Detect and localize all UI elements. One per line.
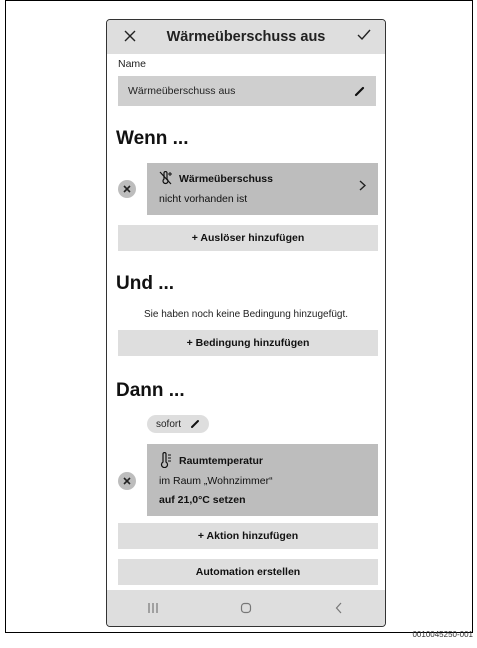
top-bar: Wärmeüberschuss aus (107, 20, 385, 54)
figure-frame: Wärmeüberschuss aus Name Wärmeüberschuss… (5, 0, 473, 633)
thermometer-icon (159, 451, 173, 469)
timing-chip[interactable]: sofort (147, 415, 210, 433)
trigger-heading: Wenn ... (116, 128, 189, 149)
action-title: Raumtemperatur (179, 455, 264, 467)
figure-id: 0010045250-001 (412, 630, 473, 639)
close-icon[interactable] (121, 27, 139, 45)
phone-screen: Wärmeüberschuss aus Name Wärmeüberschuss… (106, 19, 386, 627)
create-automation-button[interactable]: Automation erstellen (118, 559, 378, 585)
page-title: Wärmeüberschuss aus (166, 29, 326, 45)
home-icon[interactable] (226, 598, 266, 618)
empty-conditions-text: Sie haben noch keine Bedingung hinzugefü… (143, 309, 349, 320)
action-room: im Raum „Wohnzimmer“ (159, 475, 273, 487)
name-value: Wärmeüberschuss aus (128, 85, 236, 97)
name-field[interactable]: Wärmeüberschuss aus (118, 76, 376, 106)
system-nav-bar (107, 590, 385, 626)
add-condition-button[interactable]: + Bedingung hinzufügen (118, 330, 378, 356)
back-icon[interactable] (319, 598, 359, 618)
condition-heading: Und ... (116, 273, 175, 294)
timing-chip-label: sofort (156, 418, 182, 430)
checkmark-icon[interactable] (355, 26, 373, 44)
action-setting: auf 21,0°C setzen (159, 494, 246, 506)
action-card[interactable]: Raumtemperatur im Raum „Wohnzimmer“ auf … (147, 444, 378, 516)
add-action-button[interactable]: + Aktion hinzufügen (118, 523, 378, 549)
chevron-right-icon[interactable] (359, 179, 367, 194)
trigger-subtitle: nicht vorhanden ist (159, 193, 248, 205)
trigger-title: Wärmeüberschuss (179, 173, 273, 185)
trigger-card[interactable]: Wärmeüberschuss nicht vorhanden ist (147, 163, 378, 215)
heat-surplus-off-icon (159, 170, 173, 185)
action-heading: Dann ... (116, 380, 185, 401)
pencil-icon[interactable] (354, 85, 366, 97)
recents-icon[interactable] (133, 598, 173, 618)
add-trigger-button[interactable]: + Auslöser hinzufügen (118, 225, 378, 251)
name-label: Name (118, 58, 147, 70)
remove-icon[interactable] (118, 180, 136, 198)
pencil-icon[interactable] (190, 419, 200, 429)
remove-icon[interactable] (118, 472, 136, 490)
